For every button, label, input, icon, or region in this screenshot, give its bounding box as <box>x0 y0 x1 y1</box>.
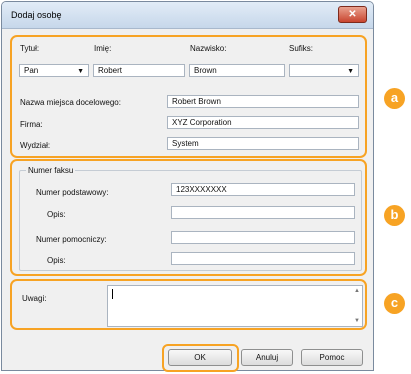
wydzial-field[interactable]: System <box>167 137 359 150</box>
tytul-select[interactable]: Pan ▼ <box>19 64 89 77</box>
secondary-number-field[interactable] <box>171 231 355 244</box>
window-title: Dodaj osobę <box>11 10 62 20</box>
ok-button[interactable]: OK <box>168 349 232 366</box>
chevron-down-icon: ▼ <box>347 68 354 75</box>
imie-label: Imię: <box>94 44 112 53</box>
fax-group-label: Numer faksu <box>26 166 76 175</box>
tytul-label: Tytuł: <box>20 44 40 53</box>
close-icon: ✕ <box>348 9 357 20</box>
wydzial-label: Wydział: <box>20 141 51 150</box>
marker-b: b <box>384 205 405 226</box>
chevron-down-icon: ▼ <box>77 68 84 75</box>
primary-number-label: Numer podstawowy: <box>36 188 109 197</box>
primary-number-field[interactable]: 123XXXXXXX <box>171 183 355 196</box>
nazwisko-label: Nazwisko: <box>190 44 227 53</box>
imie-field[interactable]: Robert <box>93 64 185 77</box>
close-button[interactable]: ✕ <box>338 6 367 23</box>
destination-name-label: Nazwa miejsca docelowego: <box>20 98 121 107</box>
marker-c: c <box>384 293 405 314</box>
add-person-dialog: Dodaj osobę ✕ Tytuł: Imię: Nazwisko: Suf… <box>1 1 374 372</box>
secondary-number-label: Numer pomocniczy: <box>36 235 107 244</box>
notes-label: Uwagi: <box>22 294 47 303</box>
title-bar: Dodaj osobę ✕ <box>2 2 373 29</box>
opis1-field[interactable] <box>171 206 355 219</box>
opis1-label: Opis: <box>47 210 66 219</box>
destination-name-field[interactable]: Robert Brown <box>167 95 359 108</box>
nazwisko-field[interactable]: Brown <box>189 64 285 77</box>
opis2-label: Opis: <box>47 256 66 265</box>
opis2-field[interactable] <box>171 252 355 265</box>
firma-label: Firma: <box>20 120 43 129</box>
sufiks-label: Sufiks: <box>289 44 314 53</box>
firma-field[interactable]: XYZ Corporation <box>167 116 359 129</box>
tytul-value: Pan <box>24 66 39 75</box>
sufiks-select[interactable]: ▼ <box>289 64 359 77</box>
help-button[interactable]: Pomoc <box>301 349 363 366</box>
scroll-down-icon[interactable]: ▼ <box>354 318 360 324</box>
marker-a: a <box>384 88 405 109</box>
notes-textarea[interactable]: ▲ ▼ <box>107 285 363 327</box>
cancel-button[interactable]: Anuluj <box>241 349 293 366</box>
scroll-up-icon[interactable]: ▲ <box>354 288 360 294</box>
text-caret <box>112 289 113 299</box>
